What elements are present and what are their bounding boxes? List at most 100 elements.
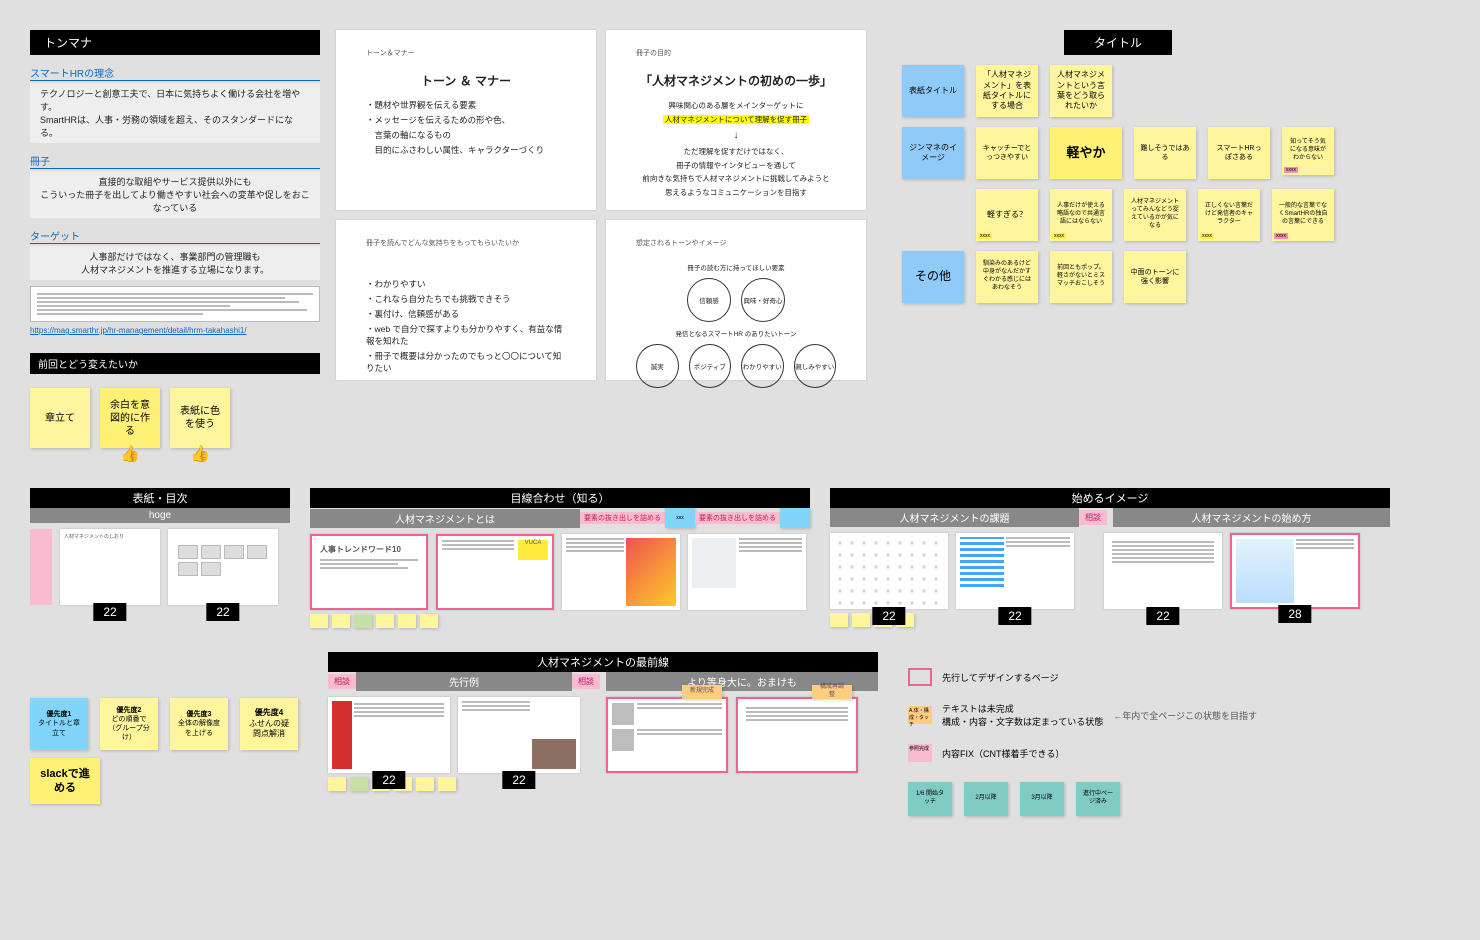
page-thumb[interactable]: 22 [956,533,1074,609]
legend-text: テキストは未完成 構成・内容・文字数は定まっている状態 [942,702,1103,728]
page-thumb[interactable]: 22 [168,529,278,605]
slide-caption: 発信となるスマートHR のありたいトーン [636,328,836,338]
section-subtitle: 人材マネジメントの課題 [830,508,1079,527]
section-alignment: 目線合わせ（知る） 人材マネジメントとは 要素の抜き出しを詰める xxx 要素の… [310,488,810,628]
page-thumb-priority[interactable]: 28 [1230,533,1360,609]
priority-sticky[interactable]: 優先度4ふせんの疑問点解消 [240,698,298,750]
slide-feelings[interactable]: 冊子を読んでどんな気持ちをもってもらいたいか ・わかりやすい ・これなら自分たち… [336,220,596,380]
page-thumb[interactable]: 人材マネジメントのしおり 22 [60,529,160,605]
slide-tone-image[interactable]: 想定されるトーンやイメージ 冊子の読む方に持ってほしい要素 信頼感 興味・好奇心… [606,220,866,380]
soudan-tag[interactable]: 相談 [1079,510,1107,525]
label-other[interactable]: その他 [902,251,964,303]
teal-sticky[interactable]: 3月以降 [1020,782,1064,816]
pink-tag[interactable]: 要素の抜き出しを詰める [580,512,665,524]
mini-sticky[interactable] [310,614,328,628]
heading-booklet: 冊子 [30,153,320,169]
mini-sticky[interactable] [350,777,368,791]
page-thumb-title: 人材マネジメントのしおり [64,533,156,540]
sticky-chapter[interactable]: 章立て [30,388,90,448]
mini-sticky[interactable] [438,777,456,791]
page-thumb[interactable]: 22 [458,697,580,773]
mini-sticky[interactable] [332,614,350,628]
sticky[interactable]: 正しくない言葉だけど発信者のキャラクターxxxx [1198,189,1260,241]
soudan-tag[interactable]: 相談 [572,674,600,689]
blue-tag[interactable]: xxx [665,508,695,528]
sticky-margin[interactable]: 余白を意図的に作る [100,388,160,448]
legend-text: 内容FIX（CNT様着手できる） [942,747,1064,760]
title-panel: タイトル 表紙タイトル 「人材マネジメント」を表紙タイトルにする場合 人材マネジ… [902,30,1334,303]
slide-body: ただ理解を促すだけではなく、 冊子の情報やインタビューを通して 前向きな気持ちで… [636,145,836,199]
mini-sticky[interactable] [328,777,346,791]
page-thumb[interactable] [688,534,806,610]
priority-sticky[interactable]: 優先度1タイトルと章立て [30,698,88,750]
mini-sticky[interactable] [416,777,434,791]
label-jinmane[interactable]: ジンマネのイメージ [902,127,964,179]
slide-bullet: 目的にふさわしい属性、キャラクターづくり [366,144,566,156]
tonmana-panel: トンマナ スマートHRの理念 テクノロジーと創意工夫で、日本に気持ちよく働ける会… [30,30,320,464]
sticky[interactable]: 難しそうではある [1134,127,1196,179]
page-thumb-priority[interactable]: VUCA [436,534,554,610]
sticky-cover-color[interactable]: 表紙に色を使う [170,388,230,448]
prev-sticky-row: 章立て 余白を意図的に作る 👍 表紙に色を使う 👍 [30,388,320,464]
external-link[interactable]: https://mag.smarthr.jp/hr-management/det… [30,326,320,335]
soudan-tag[interactable]: 相談 [328,674,356,689]
legend-swatch-orange: A.体・構成・タッチ [908,706,932,724]
orange-tag[interactable]: 新規完成 [682,685,722,699]
sticky[interactable]: 軽すぎる？xxxx [976,189,1038,241]
section-start-image: 始めるイメージ 人材マネジメントの課題 相談 人材マネジメントの始め方 22 2… [830,488,1390,627]
sticky-large[interactable]: 軽やか [1050,127,1122,179]
sticky[interactable]: 馴染みのあるけど中身がなんだかすぐわかる感じにはあわなそう [976,251,1038,303]
sticky-text: 軽すぎる？ [987,210,1027,220]
mini-sticky[interactable] [852,613,870,627]
mini-sticky[interactable] [354,614,372,628]
tone-circle: 信頼感 [687,278,731,322]
slide-bullet: ・裏付け、信頼感がある [366,308,566,320]
priorities-panel: 優先度1タイトルと章立て 優先度2どの順番で（グループ分け） 優先度3全体の解像… [30,652,298,804]
sticky[interactable]: キャッチーでとっつきやすい [976,127,1038,179]
sticky[interactable]: 中面のトーンに強く影響 [1124,251,1186,303]
label-cover-title[interactable]: 表紙タイトル [902,65,964,117]
priority-sticky[interactable]: 優先度3全体の解像度を上げる [170,698,228,750]
teal-sticky[interactable]: 進行中ページ済み [1076,782,1120,816]
page-thumb[interactable]: 22 [1104,533,1222,609]
sticky[interactable]: 前回ともポップ。軽さがないとミスマッチおこしそう [1050,251,1112,303]
page-count-badge: 22 [502,771,535,789]
heading-smarthr: スマートHRの理念 [30,65,320,81]
tonmana-tag: トンマナ [30,30,320,55]
page-thumb-priority[interactable]: 人事トレンドワード10 [310,534,428,610]
teal-sticky[interactable]: 2月以降 [964,782,1008,816]
page-thumb-priority[interactable]: 新規完成 [606,697,728,773]
slide-title: 「人材マネジメントの初めの一歩」 [636,72,836,89]
section-title: 表紙・目次 [30,488,290,508]
page-thumb[interactable]: 22 [328,697,450,773]
mini-sticky[interactable] [420,614,438,628]
page-thumb-priority[interactable]: 構成再調整 [736,697,858,773]
text-target: 人事部だけではなく、事業部門の管理職も 人材マネジメントを推進する立場になります… [30,246,320,280]
slack-sticky[interactable]: slackで進める [30,758,100,804]
page-thumb[interactable]: 22 [830,533,948,609]
blue-tag[interactable] [780,508,810,528]
sticky[interactable]: 人事だけが使える略語なので共通言語にはならないxxxx [1050,189,1112,241]
sticky[interactable]: スマートHRっぽさある [1208,127,1270,179]
orange-tag[interactable]: 構成再調整 [812,685,852,699]
legend-panel: 先行してデザインするページ A.体・構成・タッチ テキストは未完成 構成・内容・… [908,662,1257,816]
page-thumb[interactable] [562,534,680,610]
page-count-badge: 22 [372,771,405,789]
slide-tone-manner[interactable]: トーン＆マナー トーン ＆ マナー ・題材や世界観を伝える要素 ・メッセージを伝… [336,30,596,210]
mini-sticky[interactable] [830,613,848,627]
mini-sticky[interactable] [376,614,394,628]
priority-title: 優先度1 [47,710,72,719]
sticky[interactable]: 一般的な言葉でなくSmartHRの独自の言葉にできるxxxx [1272,189,1334,241]
sticky[interactable]: 「人材マネジメント」を表紙タイトルにする場合 [976,65,1038,117]
teal-sticky[interactable]: 1/6 開始タッチ [908,782,952,816]
mini-sticky[interactable] [398,614,416,628]
page-count-badge: 22 [206,603,239,621]
tone-circle: 親しみやすい [794,344,837,388]
sticky[interactable]: 知ってそう気になる意味がわからない xxxx [1282,127,1334,175]
slide-purpose[interactable]: 冊子の目的 「人材マネジメントの初めの一歩」 興味関心のある層をメインターゲット… [606,30,866,210]
priority-sticky[interactable]: 優先度2どの順番で（グループ分け） [100,698,158,750]
sticky[interactable]: 人材マネジメントという言葉をどう取られたいか [1050,65,1112,117]
sticky[interactable]: 人材マネジメントってみんなどう捉えているかが気になる [1124,189,1186,241]
pink-tag[interactable]: 要素の抜き出しを詰める [695,512,780,524]
section-subtitle: 人材マネジメントの始め方 [1113,508,1390,527]
